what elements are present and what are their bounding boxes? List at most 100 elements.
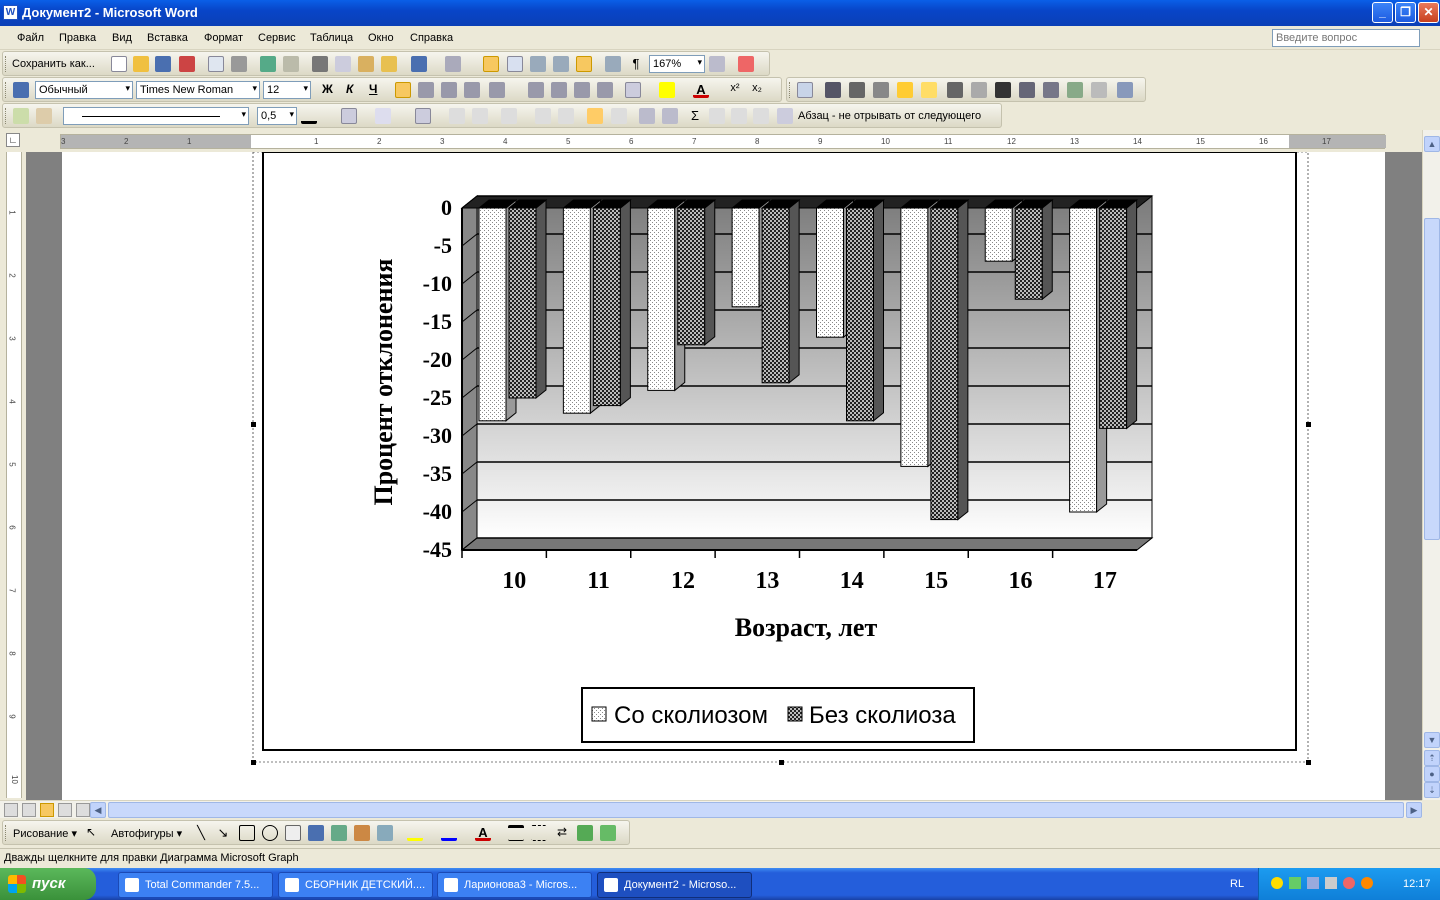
show-formatting-icon[interactable]: ¶ — [628, 56, 644, 72]
toolbar-grip[interactable] — [5, 82, 8, 98]
increase-indent-icon[interactable] — [597, 82, 613, 98]
task-document2[interactable]: Документ2 - Microso... — [597, 872, 752, 898]
normal-view-icon[interactable] — [4, 803, 18, 817]
select-objects-icon[interactable]: ↖ — [83, 825, 99, 841]
eraser-icon[interactable] — [36, 108, 52, 124]
menu-file[interactable]: Файл — [17, 32, 44, 44]
set-transparent-icon[interactable] — [1091, 82, 1107, 98]
more-contrast-icon[interactable] — [849, 82, 865, 98]
tables-borders-icon[interactable] — [507, 56, 523, 72]
font-size-select[interactable]: 12 — [263, 81, 311, 99]
scroll-thumb[interactable] — [1424, 218, 1440, 540]
line-spacing-icon[interactable] — [489, 82, 505, 98]
menu-insert[interactable]: Вставка — [147, 32, 188, 44]
shadow-style-icon[interactable] — [577, 825, 593, 841]
minimize-button[interactable]: _ — [1372, 2, 1393, 23]
table-icon-a[interactable] — [709, 108, 725, 124]
menu-view[interactable]: Вид — [112, 32, 132, 44]
compress-icon[interactable] — [1019, 82, 1035, 98]
text-box-icon[interactable] — [285, 825, 301, 841]
insert-table-icon[interactable] — [530, 56, 546, 72]
insert-table-menu-icon[interactable] — [415, 108, 431, 124]
decrease-indent-icon[interactable] — [574, 82, 590, 98]
reading-view-icon[interactable] — [76, 803, 90, 817]
underline-button[interactable]: Ч — [369, 82, 377, 96]
previous-page-button[interactable]: ⇡ — [1424, 750, 1440, 766]
line-color-icon[interactable] — [441, 825, 457, 841]
3d-style-icon[interactable] — [600, 825, 616, 841]
less-contrast-icon[interactable] — [873, 82, 889, 98]
columns-icon[interactable] — [576, 56, 592, 72]
sort-ascending-icon[interactable] — [639, 108, 655, 124]
align-right-icon[interactable] — [441, 82, 457, 98]
line-style-icon[interactable] — [995, 82, 1011, 98]
task-total-commander[interactable]: Total Commander 7.5... — [118, 872, 273, 898]
outside-border-icon[interactable] — [341, 108, 357, 124]
horizontal-scroll-thumb[interactable] — [108, 802, 1404, 818]
arrow-style-icon[interactable]: ⇄ — [554, 825, 570, 841]
format-painter-icon[interactable] — [381, 56, 397, 72]
shading-color-icon[interactable] — [375, 108, 391, 124]
permission-icon[interactable] — [179, 56, 195, 72]
bullets-icon[interactable] — [551, 82, 567, 98]
rotate-icon[interactable] — [971, 82, 987, 98]
redo-icon[interactable] — [445, 56, 461, 72]
keep-with-next-button[interactable]: Абзац - не отрывать от следующего — [798, 110, 981, 122]
scroll-down-button[interactable]: ▼ — [1424, 732, 1440, 748]
wordart-icon[interactable] — [308, 825, 324, 841]
rectangle-icon[interactable] — [239, 825, 255, 841]
menu-table[interactable]: Таблица — [310, 32, 353, 44]
autosum-icon[interactable]: Σ — [687, 108, 703, 124]
volume-icon[interactable] — [1325, 877, 1337, 889]
clip-art-icon[interactable] — [354, 825, 370, 841]
print-icon[interactable] — [231, 56, 247, 72]
distribute-rows-icon[interactable] — [535, 108, 551, 124]
equation-icon[interactable] — [738, 56, 754, 72]
sort-descending-icon[interactable] — [662, 108, 678, 124]
toolbar-grip[interactable] — [789, 82, 792, 98]
restore-button[interactable]: ❐ — [1395, 2, 1416, 23]
cut-icon[interactable] — [312, 56, 328, 72]
task-larionova[interactable]: Ларионова3 - Micros... — [437, 872, 592, 898]
start-button[interactable]: пуск — [0, 868, 96, 900]
open-folder-icon[interactable] — [133, 56, 149, 72]
font-select[interactable]: Times New Roman — [136, 81, 260, 99]
draw-table-icon[interactable] — [13, 108, 29, 124]
save-as-button[interactable]: Сохранить как... — [12, 58, 95, 70]
highlight-icon[interactable] — [659, 82, 675, 98]
autoshapes-menu-button[interactable]: Автофигуры ▾ — [111, 827, 182, 840]
merge-cells-icon[interactable] — [449, 108, 465, 124]
scroll-right-button[interactable]: ▶ — [1406, 802, 1422, 818]
tray-icon-1[interactable] — [1271, 877, 1283, 889]
bold-button[interactable]: Ж — [322, 82, 333, 96]
table-icon-b[interactable] — [731, 108, 747, 124]
paragraph-option-icon[interactable] — [777, 108, 793, 124]
next-page-button[interactable]: ⇣ — [1424, 782, 1440, 798]
font-color-icon[interactable]: A — [693, 82, 709, 98]
task-sbornik[interactable]: СБОРНИК ДЕТСКИЙ.... — [278, 872, 433, 898]
copy-icon[interactable] — [335, 56, 351, 72]
table-icon-c[interactable] — [753, 108, 769, 124]
scroll-left-button[interactable]: ◀ — [90, 802, 106, 818]
zoom-select[interactable]: 167% — [649, 55, 705, 73]
menu-tools[interactable]: Сервис — [258, 32, 296, 44]
drawing-menu-button[interactable]: Рисование ▾ — [13, 827, 77, 840]
styles-icon[interactable] — [13, 82, 29, 98]
paste-icon[interactable] — [358, 56, 374, 72]
horizontal-ruler[interactable]: 3 2 1 1 2 3 4 5 6 7 8 9 10 11 12 13 14 15 16 17 — [60, 134, 1386, 149]
insert-hyperlink-icon[interactable] — [483, 56, 499, 72]
vertical-ruler[interactable]: 1234567891011 — [6, 152, 22, 847]
menu-help[interactable]: Справка — [410, 32, 453, 44]
menu-window[interactable]: Окно — [368, 32, 394, 44]
menu-edit[interactable]: Правка — [59, 32, 96, 44]
text-wrapping-icon[interactable] — [1043, 82, 1059, 98]
horizontal-scrollbar[interactable]: ◀ ▶ — [0, 800, 1422, 818]
text-direction-icon[interactable] — [611, 108, 627, 124]
network-icon[interactable] — [1307, 877, 1319, 889]
style-select[interactable]: Обычный — [35, 81, 133, 99]
less-brightness-icon[interactable] — [921, 82, 937, 98]
close-button[interactable]: ✕ — [1418, 2, 1439, 23]
numbering-icon[interactable] — [528, 82, 544, 98]
toolbar-grip[interactable] — [5, 56, 8, 72]
align-center-icon[interactable] — [418, 82, 434, 98]
